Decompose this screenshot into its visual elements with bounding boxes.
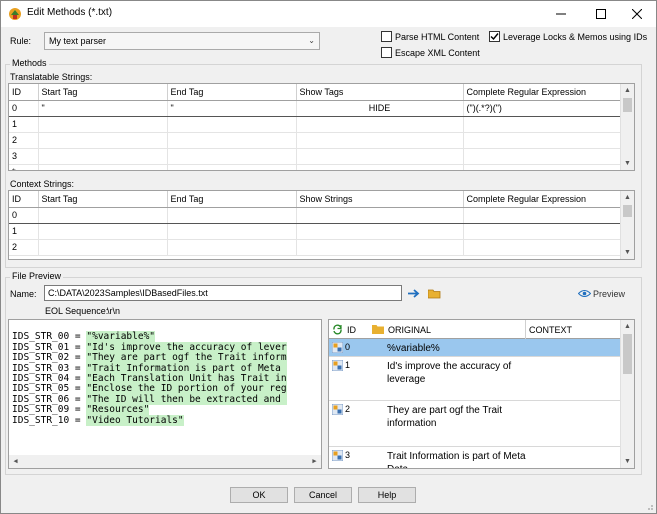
translation-row[interactable]: 3 Trait Information is part of Meta Data <box>329 447 621 468</box>
scroll-thumb[interactable] <box>623 205 632 217</box>
col-id[interactable]: ID <box>9 84 39 101</box>
maximize-icon <box>596 9 606 19</box>
file-preview-label: File Preview <box>10 271 64 281</box>
scroll-up-icon[interactable]: ▲ <box>621 84 634 97</box>
table-row[interactable]: 2 <box>9 239 634 256</box>
resize-grip-icon[interactable] <box>644 501 654 511</box>
col-end-tag[interactable]: End Tag <box>167 191 297 208</box>
table-row-new[interactable]: * <box>9 164 634 170</box>
unit-icon <box>332 450 343 461</box>
translation-vscroll[interactable]: ▲ ▼ <box>620 320 634 468</box>
scroll-thumb[interactable] <box>623 334 632 374</box>
help-button[interactable]: Help <box>358 487 416 503</box>
translation-row[interactable]: 0 %variable% <box>329 339 621 357</box>
parse-html-checkbox[interactable] <box>381 31 392 42</box>
unit-icon <box>332 342 343 353</box>
unit-icon <box>332 360 343 371</box>
col-original[interactable]: ORIGINAL <box>388 325 431 335</box>
translation-row[interactable]: 1 Id's improve the accuracy of leverage <box>329 357 621 401</box>
source-preview[interactable]: IDS_STR_00 = "%variable%" IDS_STR_01 = "I… <box>8 319 322 469</box>
translation-row[interactable]: 2 They are part ogf the Trait informatio… <box>329 401 621 447</box>
col-start-tag[interactable]: Start Tag <box>38 191 168 208</box>
eol-value: \r\n <box>107 306 121 316</box>
col-start-tag[interactable]: Start Tag <box>38 84 168 101</box>
eye-icon[interactable] <box>578 289 591 298</box>
scroll-up-icon[interactable]: ▲ <box>621 320 634 333</box>
arrow-right-icon[interactable] <box>408 288 420 299</box>
ok-button[interactable]: OK <box>230 487 288 503</box>
title-bar: Edit Methods (*.txt) <box>1 1 656 27</box>
col-id[interactable]: ID <box>347 325 356 335</box>
scroll-thumb[interactable] <box>623 98 632 112</box>
eol-label: EOL Sequence: <box>45 306 109 316</box>
rule-select-value: My text parser <box>49 36 107 46</box>
context-grid[interactable]: ID Start Tag End Tag Show Strings Comple… <box>8 190 635 260</box>
leverage-checkbox[interactable] <box>489 31 500 42</box>
table-row[interactable]: 3 <box>9 148 634 165</box>
code-line: IDS_STR_10 = "Video Tutorials" <box>12 414 184 426</box>
refresh-icon[interactable] <box>332 324 343 335</box>
scroll-down-icon[interactable]: ▼ <box>621 246 634 259</box>
col-id[interactable]: ID <box>9 191 39 208</box>
translatable-vscroll[interactable]: ▲ ▼ <box>620 84 634 170</box>
scroll-up-icon[interactable]: ▲ <box>621 191 634 204</box>
chevron-down-icon: ⌄ <box>308 36 315 45</box>
col-regex[interactable]: Complete Regular Expression <box>463 84 621 101</box>
file-path-input[interactable]: C:\DATA\2023Samples\IDBasedFiles.txt <box>44 285 402 301</box>
leverage-label: Leverage Locks & Memos using IDs <box>503 32 648 42</box>
cancel-button[interactable]: Cancel <box>294 487 352 503</box>
app-icon <box>9 8 21 20</box>
context-strings-label: Context Strings: <box>10 179 75 189</box>
scroll-right-icon[interactable]: ▶ <box>308 455 321 468</box>
col-context[interactable]: CONTEXT <box>529 325 572 335</box>
minimize-button[interactable] <box>542 1 580 27</box>
col-show-tags[interactable]: Show Tags <box>296 84 464 101</box>
source-hscroll[interactable]: ◀ ▶ <box>9 455 321 468</box>
col-regex[interactable]: Complete Regular Expression <box>463 191 621 208</box>
minimize-icon <box>556 13 566 15</box>
table-row[interactable]: 1 <box>9 223 634 240</box>
window-title: Edit Methods (*.txt) <box>27 7 113 18</box>
translatable-grid[interactable]: ID Start Tag End Tag Show Tags Complete … <box>8 83 635 171</box>
maximize-button[interactable] <box>582 1 620 27</box>
col-end-tag[interactable]: End Tag <box>167 84 297 101</box>
translation-header: ID ORIGINAL CONTEXT <box>329 320 621 339</box>
escape-xml-checkbox[interactable] <box>381 47 392 58</box>
translation-preview-grid[interactable]: ID ORIGINAL CONTEXT 0 %variable% 1 Id's … <box>328 319 635 469</box>
close-icon <box>632 9 642 19</box>
folder-icon <box>372 325 384 334</box>
scroll-down-icon[interactable]: ▼ <box>621 455 634 468</box>
table-row[interactable]: 0 <box>9 206 634 224</box>
col-show-strings[interactable]: Show Strings <box>296 191 464 208</box>
escape-xml-label: Escape XML Content <box>395 48 480 58</box>
rule-label: Rule: <box>10 36 32 46</box>
table-row[interactable]: 1 <box>9 116 634 133</box>
context-vscroll[interactable]: ▲ ▼ <box>620 191 634 259</box>
unit-icon <box>332 404 343 415</box>
methods-group-label: Methods <box>10 58 49 68</box>
translatable-strings-label: Translatable Strings: <box>10 72 93 82</box>
close-button[interactable] <box>618 1 656 27</box>
folder-icon[interactable] <box>428 288 441 299</box>
checkmark-icon <box>490 33 499 41</box>
table-row[interactable]: 0 " " HIDE (")(.*?)(") <box>9 99 634 117</box>
rule-select[interactable]: My text parser ⌄ <box>44 32 320 50</box>
preview-button[interactable]: Preview <box>593 289 625 299</box>
edit-methods-window: Edit Methods (*.txt) Rule: My text parse… <box>0 0 657 514</box>
name-label: Name: <box>10 289 37 299</box>
scroll-down-icon[interactable]: ▼ <box>621 157 634 170</box>
parse-html-label: Parse HTML Content <box>395 32 480 42</box>
scroll-left-icon[interactable]: ◀ <box>9 455 22 468</box>
table-row[interactable]: 2 <box>9 132 634 149</box>
